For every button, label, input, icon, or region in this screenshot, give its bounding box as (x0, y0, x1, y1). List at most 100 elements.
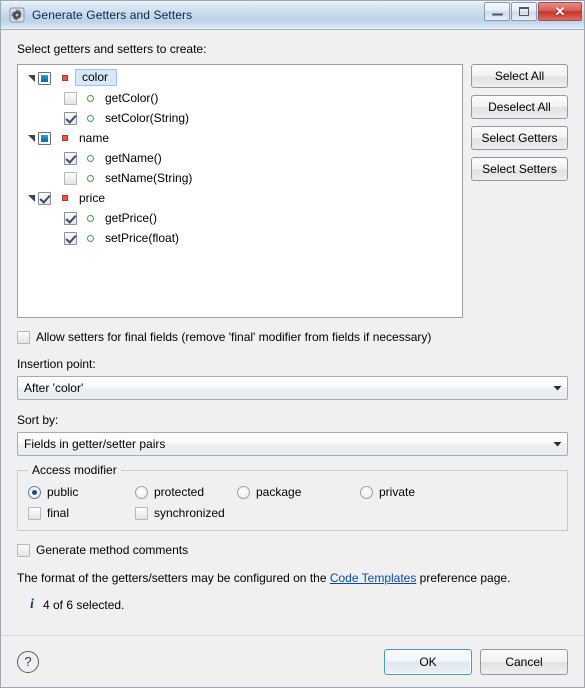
method-icon (84, 114, 97, 122)
tree-checkbox[interactable] (64, 211, 77, 225)
field-icon (58, 195, 71, 201)
ok-button[interactable]: OK (384, 648, 472, 675)
tree-row[interactable]: setName(String) (18, 168, 462, 188)
sort-by-combo[interactable]: Fields in getter/setter pairs (17, 432, 568, 456)
final-checkbox-row[interactable]: final (28, 506, 135, 520)
radio-package[interactable]: package (237, 485, 360, 499)
getters-setters-tree[interactable]: color getColor() setColor(String) name g… (17, 64, 463, 318)
method-icon (84, 214, 97, 222)
tree-row[interactable]: price (18, 188, 462, 208)
dialog-footer: ? OK Cancel (1, 635, 584, 687)
tree-item-label: setPrice(float) (105, 231, 180, 245)
select-all-button[interactable]: Select All (471, 64, 568, 88)
tree-item-label: price (79, 191, 106, 205)
tree-item-label: name (79, 131, 110, 145)
hint-text-after: preference page. (416, 571, 511, 585)
tree-row[interactable]: setPrice(float) (18, 228, 462, 248)
generate-comments-checkbox[interactable] (17, 543, 30, 557)
access-modifier-checks: final synchronized (28, 506, 557, 520)
radio-public-label: public (47, 485, 79, 499)
method-icon (84, 174, 97, 182)
cancel-button[interactable]: Cancel (480, 648, 568, 675)
access-modifier-group: Access modifier public protected package… (17, 463, 568, 531)
radio-package-label: package (256, 485, 302, 499)
insertion-point-value: After 'color' (24, 381, 84, 395)
tree-checkbox[interactable] (64, 91, 77, 105)
tree-item-label: setName(String) (105, 171, 193, 185)
deselect-all-button[interactable]: Deselect All (471, 95, 568, 119)
radio-private-indicator[interactable] (360, 485, 373, 499)
chevron-down-icon[interactable] (547, 433, 567, 455)
maximize-button[interactable] (511, 2, 537, 21)
close-button[interactable]: ✕ (538, 2, 582, 21)
chevron-down-icon[interactable] (547, 377, 567, 399)
radio-public-indicator[interactable] (28, 485, 41, 499)
expand-arrow-icon[interactable] (24, 134, 38, 143)
tree-checkbox[interactable] (38, 131, 51, 145)
radio-package-indicator[interactable] (237, 485, 250, 499)
tree-row[interactable]: getColor() (18, 88, 462, 108)
final-checkbox[interactable] (28, 506, 41, 520)
tree-action-buttons: Select All Deselect All Select Getters S… (471, 64, 568, 181)
tree-item-label: getName() (105, 151, 162, 165)
help-button[interactable]: ? (17, 650, 39, 673)
tree-checkbox[interactable] (64, 231, 77, 245)
insertion-point-combo[interactable]: After 'color' (17, 376, 568, 400)
expand-arrow-icon[interactable] (24, 74, 38, 83)
tree-item-label: setColor(String) (105, 111, 190, 125)
tree-checkbox[interactable] (38, 191, 51, 205)
tree-item-label: color (75, 69, 118, 86)
selection-status: i 4 of 6 selected. (17, 597, 568, 613)
tree-and-buttons: color getColor() setColor(String) name g… (17, 64, 568, 318)
field-icon (58, 75, 71, 81)
radio-public[interactable]: public (28, 485, 135, 499)
sort-by-label: Sort by: (17, 413, 59, 427)
maximize-icon (519, 7, 529, 16)
tree-checkbox[interactable] (38, 71, 51, 85)
generate-comments-row[interactable]: Generate method comments (17, 543, 568, 557)
radio-protected[interactable]: protected (135, 485, 237, 499)
generate-getters-setters-dialog: Generate Getters and Setters ✕ Select ge… (0, 0, 585, 688)
tree-checkbox[interactable] (64, 151, 77, 165)
info-icon: i (30, 597, 34, 612)
method-icon (84, 234, 97, 242)
window-controls: ✕ (483, 2, 582, 21)
tree-checkbox[interactable] (64, 171, 77, 185)
radio-protected-label: protected (154, 485, 205, 499)
radio-private[interactable]: private (360, 485, 415, 499)
allow-final-setters-row[interactable]: Allow setters for final fields (remove '… (17, 330, 568, 344)
synchronized-checkbox-row[interactable]: synchronized (135, 506, 225, 520)
hint-text-before: The format of the getters/setters may be… (17, 571, 330, 585)
expand-arrow-icon[interactable] (24, 194, 38, 203)
tree-row[interactable]: color (18, 68, 462, 88)
method-icon (84, 94, 97, 102)
field-icon (58, 135, 71, 141)
tree-item-label: getPrice() (105, 211, 158, 225)
minimize-button[interactable] (484, 2, 510, 21)
tree-row[interactable]: name (18, 128, 462, 148)
select-setters-button[interactable]: Select Setters (471, 157, 568, 181)
synchronized-label: synchronized (154, 506, 225, 520)
selection-status-text: 4 of 6 selected. (43, 598, 125, 612)
method-icon (84, 154, 97, 162)
tree-checkbox[interactable] (64, 111, 77, 125)
window-title: Generate Getters and Setters (32, 8, 193, 22)
close-icon: ✕ (554, 4, 566, 19)
select-getters-button[interactable]: Select Getters (471, 126, 568, 150)
tree-row[interactable]: getName() (18, 148, 462, 168)
allow-final-setters-label: Allow setters for final fields (remove '… (36, 330, 432, 344)
insertion-point-label: Insertion point: (17, 357, 96, 371)
tree-row[interactable]: setColor(String) (18, 108, 462, 128)
synchronized-checkbox[interactable] (135, 506, 148, 520)
generate-comments-label: Generate method comments (36, 543, 189, 557)
tree-section-label: Select getters and setters to create: (17, 42, 207, 56)
tree-item-label: getColor() (105, 91, 159, 105)
final-label: final (47, 506, 70, 520)
access-modifier-title: Access modifier (28, 463, 121, 477)
sort-by-value: Fields in getter/setter pairs (24, 437, 166, 451)
code-templates-link[interactable]: Code Templates (330, 571, 417, 585)
tree-row[interactable]: getPrice() (18, 208, 462, 228)
radio-protected-indicator[interactable] (135, 485, 148, 499)
title-bar: Generate Getters and Setters ✕ (1, 1, 584, 30)
allow-final-setters-checkbox[interactable] (17, 330, 30, 344)
